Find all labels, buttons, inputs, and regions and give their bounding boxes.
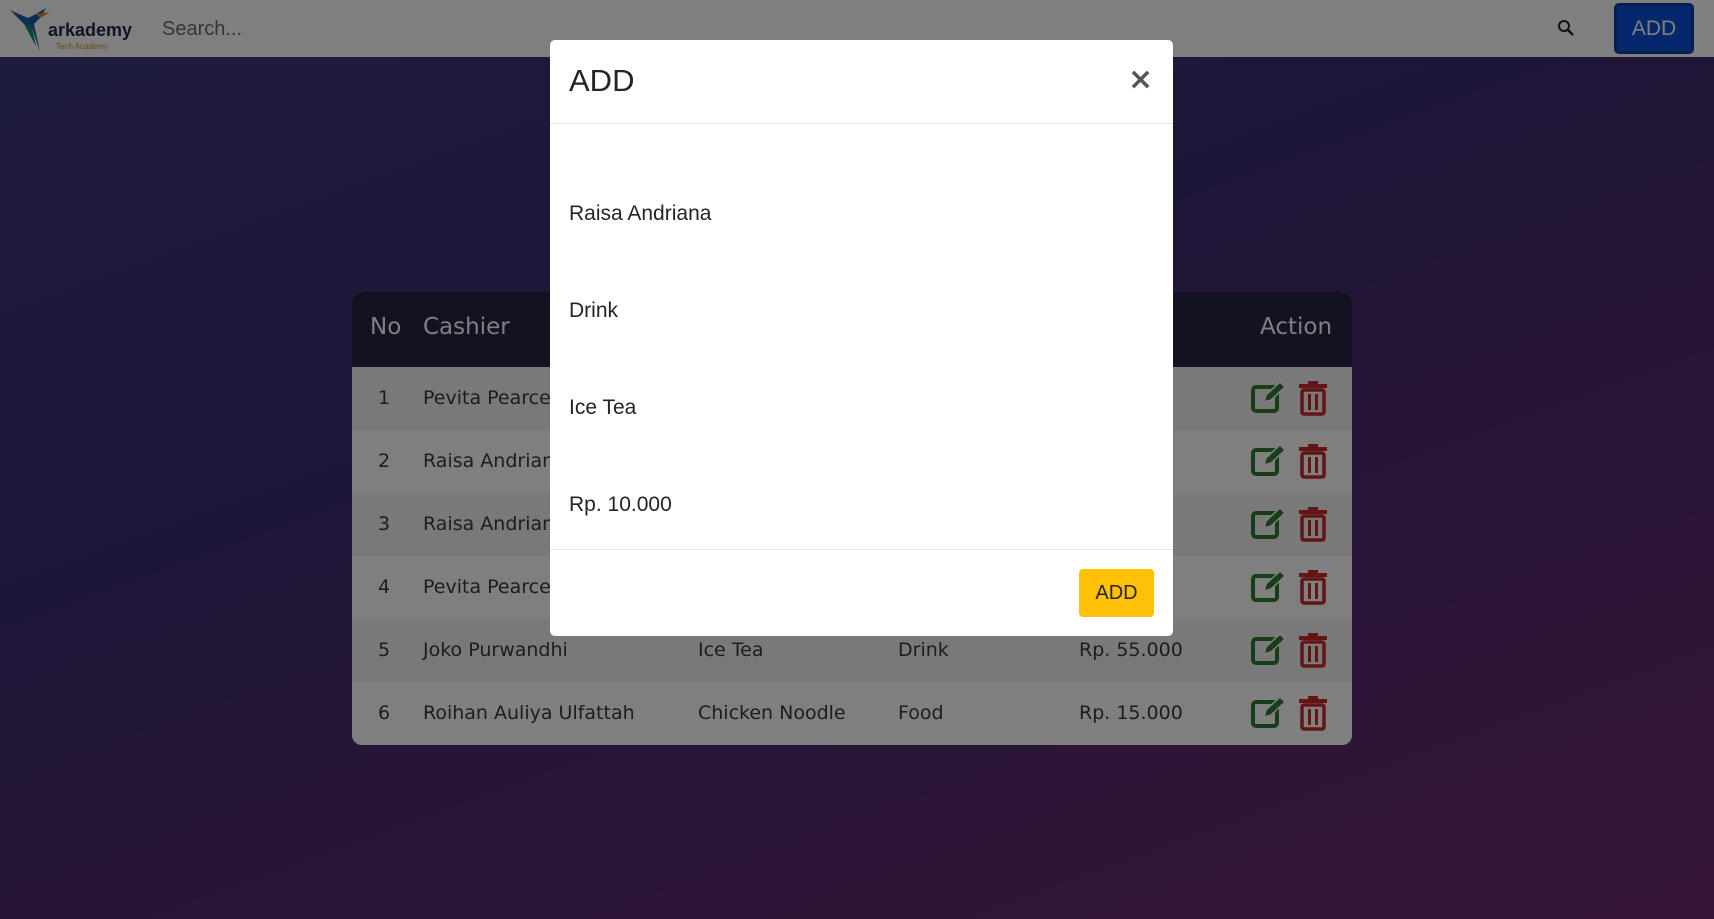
close-icon[interactable]: × [1128,62,1153,97]
cashier-field[interactable]: Raisa Andriana [569,202,711,226]
price-field[interactable]: Rp. 10.000 [569,493,672,517]
product-field[interactable]: Ice Tea [569,396,636,420]
modal-title: ADD [569,63,635,98]
divider [550,123,1173,124]
category-field[interactable]: Drink [569,299,618,323]
divider [550,549,1173,550]
add-modal: ADD × Raisa Andriana Drink Ice Tea Rp. 1… [550,40,1173,636]
modal-add-button[interactable]: ADD [1079,569,1154,617]
